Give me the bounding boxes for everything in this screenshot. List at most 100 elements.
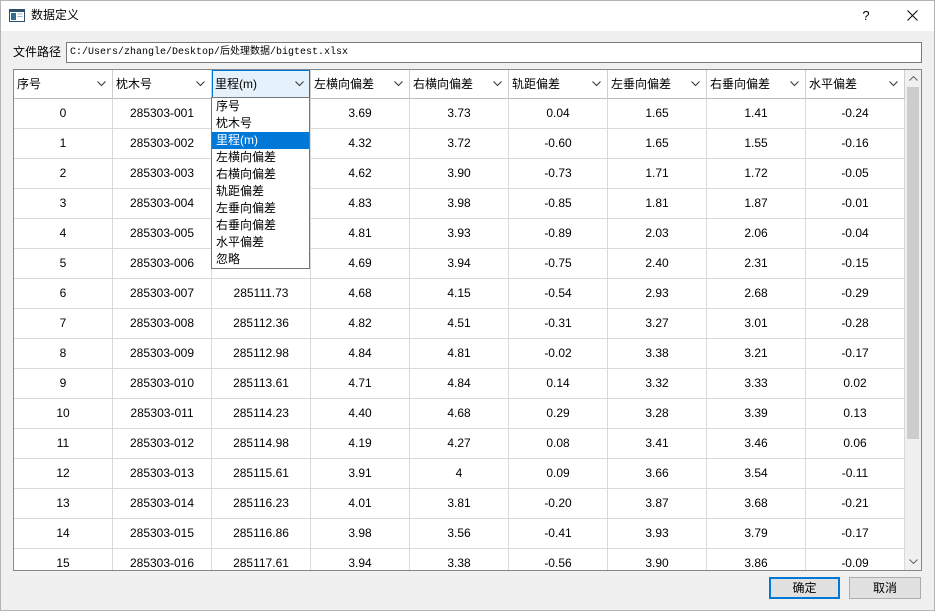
table-row[interactable]: 10 285303-011 285114.23 4.40 4.68 0.29 3.28 3.3…	[14, 399, 905, 429]
column-header-sleeper-no[interactable]: 枕木号	[113, 70, 212, 99]
cell-left-vertical-deviation[interactable]: 2.03	[608, 219, 707, 249]
cell-gauge-deviation[interactable]: -0.60	[509, 129, 608, 159]
cell-left-vertical-deviation[interactable]: 3.93	[608, 519, 707, 549]
cell-level-deviation[interactable]: 0.02	[806, 369, 905, 399]
cell-mileage[interactable]: 285113.61	[212, 369, 311, 399]
dropdown-option-gauge-deviation[interactable]: 轨距偏差	[212, 183, 309, 200]
column-header-left-vertical-deviation[interactable]: 左垂向偏差	[608, 70, 707, 99]
cell-level-deviation[interactable]: -0.17	[806, 519, 905, 549]
cell-left-vertical-deviation[interactable]: 3.41	[608, 429, 707, 459]
cell-left-vertical-deviation[interactable]: 3.32	[608, 369, 707, 399]
cell-gauge-deviation[interactable]: -0.20	[509, 489, 608, 519]
cell-mileage[interactable]: 285115.61	[212, 459, 311, 489]
cell-left-lateral-deviation[interactable]: 3.69	[311, 99, 410, 129]
cell-sleeper-no[interactable]: 285303-009	[113, 339, 212, 369]
table-row[interactable]: 6 285303-007 285111.73 4.68 4.15 -0.54 2.93 2.6…	[14, 279, 905, 309]
cell-level-deviation[interactable]: -0.04	[806, 219, 905, 249]
cell-right-vertical-deviation[interactable]: 1.55	[707, 129, 806, 159]
cell-right-vertical-deviation[interactable]: 3.68	[707, 489, 806, 519]
cell-level-deviation[interactable]: -0.01	[806, 189, 905, 219]
cell-level-deviation[interactable]: -0.17	[806, 339, 905, 369]
cell-index[interactable]: 12	[14, 459, 113, 489]
cell-right-vertical-deviation[interactable]: 3.46	[707, 429, 806, 459]
cell-sleeper-no[interactable]: 285303-012	[113, 429, 212, 459]
cell-gauge-deviation[interactable]: -0.75	[509, 249, 608, 279]
dropdown-option-left-lateral-deviation[interactable]: 左横向偏差	[212, 149, 309, 166]
cell-index[interactable]: 4	[14, 219, 113, 249]
cell-mileage[interactable]: 285116.86	[212, 519, 311, 549]
table-row[interactable]: 7 285303-008 285112.36 4.82 4.51 -0.31 3.27 3.0…	[14, 309, 905, 339]
file-path-input[interactable]: C:/Users/zhangle/Desktop/后处理数据/bigtest.x…	[66, 42, 922, 63]
cell-index[interactable]: 10	[14, 399, 113, 429]
cell-right-vertical-deviation[interactable]: 3.79	[707, 519, 806, 549]
column-header-right-lateral-deviation[interactable]: 右横向偏差	[410, 70, 509, 99]
table-row[interactable]: 13 285303-014 285116.23 4.01 3.81 -0.20 3.87 3.…	[14, 489, 905, 519]
table-row[interactable]: 1 285303-002 4.32 3.72 -0.60 1.65 1.55 -0.16	[14, 129, 905, 159]
cell-left-vertical-deviation[interactable]: 2.40	[608, 249, 707, 279]
cell-right-lateral-deviation[interactable]: 4.84	[410, 369, 509, 399]
column-header-right-vertical-deviation[interactable]: 右垂向偏差	[707, 70, 806, 99]
cell-left-lateral-deviation[interactable]: 4.81	[311, 219, 410, 249]
cell-sleeper-no[interactable]: 285303-016	[113, 549, 212, 570]
cell-left-lateral-deviation[interactable]: 4.68	[311, 279, 410, 309]
cell-left-vertical-deviation[interactable]: 3.87	[608, 489, 707, 519]
cell-gauge-deviation[interactable]: -0.89	[509, 219, 608, 249]
cell-right-lateral-deviation[interactable]: 3.94	[410, 249, 509, 279]
cell-left-lateral-deviation[interactable]: 4.62	[311, 159, 410, 189]
table-body[interactable]: 0 285303-001 3.69 3.73 0.04 1.65 1.41 -0.24 1 285…	[14, 99, 905, 570]
cell-right-lateral-deviation[interactable]: 4.27	[410, 429, 509, 459]
cell-level-deviation[interactable]: -0.15	[806, 249, 905, 279]
cell-left-lateral-deviation[interactable]: 4.83	[311, 189, 410, 219]
dropdown-option-left-vertical-deviation[interactable]: 左垂向偏差	[212, 200, 309, 217]
cell-left-lateral-deviation[interactable]: 3.98	[311, 519, 410, 549]
cell-index[interactable]: 9	[14, 369, 113, 399]
cell-mileage[interactable]: 285116.23	[212, 489, 311, 519]
cell-sleeper-no[interactable]: 285303-002	[113, 129, 212, 159]
cell-sleeper-no[interactable]: 285303-006	[113, 249, 212, 279]
cell-gauge-deviation[interactable]: 0.08	[509, 429, 608, 459]
cell-right-vertical-deviation[interactable]: 1.72	[707, 159, 806, 189]
scrollbar-thumb[interactable]	[907, 87, 919, 439]
dropdown-option-sleeper-no[interactable]: 枕木号	[212, 115, 309, 132]
cell-gauge-deviation[interactable]: -0.31	[509, 309, 608, 339]
table-row[interactable]: 14 285303-015 285116.86 3.98 3.56 -0.41 3.93 3.…	[14, 519, 905, 549]
column-header-left-lateral-deviation[interactable]: 左横向偏差	[311, 70, 410, 99]
cell-right-vertical-deviation[interactable]: 3.21	[707, 339, 806, 369]
table-row[interactable]: 15 285303-016 285117.61 3.94 3.38 -0.56 3.90 3.…	[14, 549, 905, 570]
cell-right-lateral-deviation[interactable]: 4.81	[410, 339, 509, 369]
cell-index[interactable]: 6	[14, 279, 113, 309]
cell-index[interactable]: 5	[14, 249, 113, 279]
dropdown-option-right-vertical-deviation[interactable]: 右垂向偏差	[212, 217, 309, 234]
cell-gauge-deviation[interactable]: 0.14	[509, 369, 608, 399]
cell-left-vertical-deviation[interactable]: 1.71	[608, 159, 707, 189]
cell-left-vertical-deviation[interactable]: 1.65	[608, 99, 707, 129]
cell-right-lateral-deviation[interactable]: 4	[410, 459, 509, 489]
cell-right-vertical-deviation[interactable]: 3.01	[707, 309, 806, 339]
cell-level-deviation[interactable]: -0.24	[806, 99, 905, 129]
cell-right-vertical-deviation[interactable]: 2.06	[707, 219, 806, 249]
cell-index[interactable]: 8	[14, 339, 113, 369]
scroll-up-button[interactable]	[905, 70, 921, 87]
cell-sleeper-no[interactable]: 285303-015	[113, 519, 212, 549]
cell-index[interactable]: 7	[14, 309, 113, 339]
cell-left-lateral-deviation[interactable]: 4.40	[311, 399, 410, 429]
cell-right-vertical-deviation[interactable]: 1.87	[707, 189, 806, 219]
cell-index[interactable]: 11	[14, 429, 113, 459]
cell-level-deviation[interactable]: -0.29	[806, 279, 905, 309]
cell-gauge-deviation[interactable]: -0.41	[509, 519, 608, 549]
cell-left-lateral-deviation[interactable]: 4.71	[311, 369, 410, 399]
cell-left-vertical-deviation[interactable]: 3.66	[608, 459, 707, 489]
cell-level-deviation[interactable]: 0.06	[806, 429, 905, 459]
cell-index[interactable]: 15	[14, 549, 113, 570]
cell-right-lateral-deviation[interactable]: 3.93	[410, 219, 509, 249]
cell-gauge-deviation[interactable]: -0.56	[509, 549, 608, 570]
cell-mileage[interactable]: 285111.73	[212, 279, 311, 309]
cell-index[interactable]: 1	[14, 129, 113, 159]
close-button[interactable]	[889, 0, 935, 31]
cell-left-vertical-deviation[interactable]: 2.93	[608, 279, 707, 309]
cell-mileage[interactable]: 285114.98	[212, 429, 311, 459]
cell-right-vertical-deviation[interactable]: 3.39	[707, 399, 806, 429]
cell-mileage[interactable]: 285112.98	[212, 339, 311, 369]
cell-gauge-deviation[interactable]: 0.09	[509, 459, 608, 489]
cell-left-lateral-deviation[interactable]: 3.91	[311, 459, 410, 489]
